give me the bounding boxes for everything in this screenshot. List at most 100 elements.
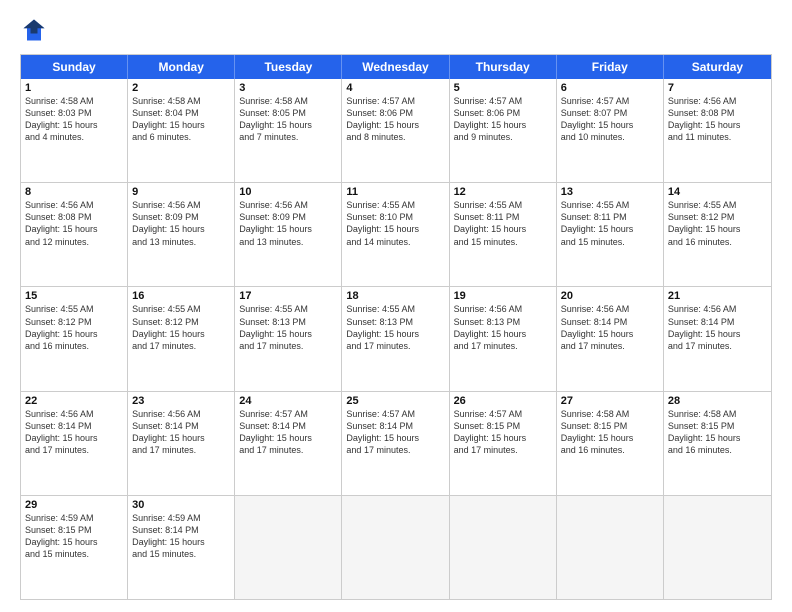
calendar: SundayMondayTuesdayWednesdayThursdayFrid… xyxy=(20,54,772,600)
cell-line: Sunset: 8:09 PM xyxy=(132,211,230,223)
cell-line: and 11 minutes. xyxy=(668,131,767,143)
cell-line: Sunrise: 4:55 AM xyxy=(25,303,123,315)
day-number: 23 xyxy=(132,395,230,407)
cell-line: Daylight: 15 hours xyxy=(132,328,230,340)
cell-line: Daylight: 15 hours xyxy=(346,119,444,131)
cell-line: Daylight: 15 hours xyxy=(454,432,552,444)
cell-line: Sunset: 8:14 PM xyxy=(346,420,444,432)
day-number: 26 xyxy=(454,395,552,407)
cell-line: Sunrise: 4:57 AM xyxy=(346,95,444,107)
calendar-cell: 12Sunrise: 4:55 AMSunset: 8:11 PMDayligh… xyxy=(450,183,557,286)
cell-line: and 17 minutes. xyxy=(668,340,767,352)
day-number: 29 xyxy=(25,499,123,511)
calendar-row-4: 29Sunrise: 4:59 AMSunset: 8:15 PM Dayligh… xyxy=(21,495,771,599)
cell-line: Sunrise: 4:55 AM xyxy=(561,199,659,211)
cell-line: Daylight: 15 hours xyxy=(132,432,230,444)
calendar-header-thursday: Thursday xyxy=(450,55,557,79)
day-number: 12 xyxy=(454,186,552,198)
cell-line: and 17 minutes. xyxy=(132,340,230,352)
calendar-row-1: 8Sunrise: 4:56 AMSunset: 8:08 PMDaylight… xyxy=(21,182,771,286)
cell-line: Daylight: 15 hours xyxy=(454,223,552,235)
calendar-cell: 17Sunrise: 4:55 AMSunset: 8:13 PMDayligh… xyxy=(235,287,342,390)
cell-line: Sunset: 8:10 PM xyxy=(346,211,444,223)
cell-line: Sunrise: 4:55 AM xyxy=(346,303,444,315)
cell-line: Sunset: 8:13 PM xyxy=(454,316,552,328)
cell-line: and 4 minutes. xyxy=(25,131,123,143)
day-number: 5 xyxy=(454,82,552,94)
calendar-cell: 25Sunrise: 4:57 AMSunset: 8:14 PMDayligh… xyxy=(342,392,449,495)
cell-line: Sunrise: 4:56 AM xyxy=(25,199,123,211)
cell-line: Sunset: 8:14 PM xyxy=(668,316,767,328)
calendar-header-tuesday: Tuesday xyxy=(235,55,342,79)
cell-line: Sunrise: 4:55 AM xyxy=(668,199,767,211)
cell-line: Daylight: 15 hours xyxy=(132,119,230,131)
calendar-body: 1Sunrise: 4:58 AMSunset: 8:03 PMDaylight… xyxy=(21,79,771,599)
cell-line: Sunset: 8:15 PM xyxy=(454,420,552,432)
calendar-cell: 6Sunrise: 4:57 AMSunset: 8:07 PMDaylight… xyxy=(557,79,664,182)
day-number: 22 xyxy=(25,395,123,407)
day-number: 24 xyxy=(239,395,337,407)
cell-line: and 17 minutes. xyxy=(132,444,230,456)
cell-line: Sunset: 8:06 PM xyxy=(346,107,444,119)
cell-line: Sunset: 8:03 PM xyxy=(25,107,123,119)
calendar-cell: 27Sunrise: 4:58 AMSunset: 8:15 PMDayligh… xyxy=(557,392,664,495)
calendar-cell: 19Sunrise: 4:56 AMSunset: 8:13 PMDayligh… xyxy=(450,287,557,390)
cell-line: Sunrise: 4:56 AM xyxy=(668,303,767,315)
cell-line: Sunset: 8:12 PM xyxy=(25,316,123,328)
cell-line: Daylight: 15 hours xyxy=(561,432,659,444)
cell-line: and 15 minutes. xyxy=(132,548,230,560)
calendar-cell: 4Sunrise: 4:57 AMSunset: 8:06 PMDaylight… xyxy=(342,79,449,182)
calendar-cell: 7Sunrise: 4:56 AMSunset: 8:08 PMDaylight… xyxy=(664,79,771,182)
cell-line: Sunrise: 4:55 AM xyxy=(132,303,230,315)
cell-line: Sunset: 8:15 PM xyxy=(561,420,659,432)
cell-line: Daylight: 15 hours xyxy=(25,432,123,444)
cell-line: Sunset: 8:12 PM xyxy=(132,316,230,328)
cell-line: Sunrise: 4:59 AM xyxy=(25,512,123,524)
cell-line: and 17 minutes. xyxy=(346,444,444,456)
calendar-cell: 1Sunrise: 4:58 AMSunset: 8:03 PMDaylight… xyxy=(21,79,128,182)
cell-line: Sunset: 8:09 PM xyxy=(239,211,337,223)
calendar-cell: 11Sunrise: 4:55 AMSunset: 8:10 PMDayligh… xyxy=(342,183,449,286)
cell-line: Daylight: 15 hours xyxy=(454,328,552,340)
cell-line: and 17 minutes. xyxy=(239,444,337,456)
cell-line: Sunset: 8:04 PM xyxy=(132,107,230,119)
cell-line: Sunset: 8:08 PM xyxy=(25,211,123,223)
cell-line: Sunrise: 4:56 AM xyxy=(561,303,659,315)
cell-line: Daylight: 15 hours xyxy=(668,432,767,444)
cell-line: Daylight: 15 hours xyxy=(346,328,444,340)
calendar-cell: 8Sunrise: 4:56 AMSunset: 8:08 PMDaylight… xyxy=(21,183,128,286)
cell-line: Sunrise: 4:55 AM xyxy=(239,303,337,315)
cell-line: Sunset: 8:15 PM xyxy=(25,524,123,536)
cell-line: Daylight: 15 hours xyxy=(561,328,659,340)
day-number: 20 xyxy=(561,290,659,302)
calendar-cell: 3Sunrise: 4:58 AMSunset: 8:05 PMDaylight… xyxy=(235,79,342,182)
cell-line: Daylight: 15 hours xyxy=(132,536,230,548)
day-number: 18 xyxy=(346,290,444,302)
cell-line: Daylight: 15 hours xyxy=(25,223,123,235)
day-number: 9 xyxy=(132,186,230,198)
cell-line: and 15 minutes. xyxy=(25,548,123,560)
cell-line: and 14 minutes. xyxy=(346,236,444,248)
calendar-cell: 30Sunrise: 4:59 AMSunset: 8:14 PMDayligh… xyxy=(128,496,235,599)
cell-line: and 8 minutes. xyxy=(346,131,444,143)
calendar-cell xyxy=(235,496,342,599)
calendar-cell: 15Sunrise: 4:55 AMSunset: 8:12 PMDayligh… xyxy=(21,287,128,390)
cell-line: Daylight: 15 hours xyxy=(239,328,337,340)
day-number: 14 xyxy=(668,186,767,198)
cell-line: Sunset: 8:14 PM xyxy=(561,316,659,328)
calendar-header-saturday: Saturday xyxy=(664,55,771,79)
cell-line: and 13 minutes. xyxy=(239,236,337,248)
day-number: 1 xyxy=(25,82,123,94)
cell-line: Daylight: 15 hours xyxy=(668,119,767,131)
cell-line: Daylight: 15 hours xyxy=(346,432,444,444)
cell-line: Daylight: 15 hours xyxy=(25,119,123,131)
cell-line: and 13 minutes. xyxy=(132,236,230,248)
cell-line: Daylight: 15 hours xyxy=(561,119,659,131)
day-number: 13 xyxy=(561,186,659,198)
cell-line: Daylight: 15 hours xyxy=(561,223,659,235)
day-number: 21 xyxy=(668,290,767,302)
cell-line: Sunset: 8:14 PM xyxy=(239,420,337,432)
cell-line: and 7 minutes. xyxy=(239,131,337,143)
calendar-row-3: 22Sunrise: 4:56 AMSunset: 8:14 PMDayligh… xyxy=(21,391,771,495)
day-number: 30 xyxy=(132,499,230,511)
